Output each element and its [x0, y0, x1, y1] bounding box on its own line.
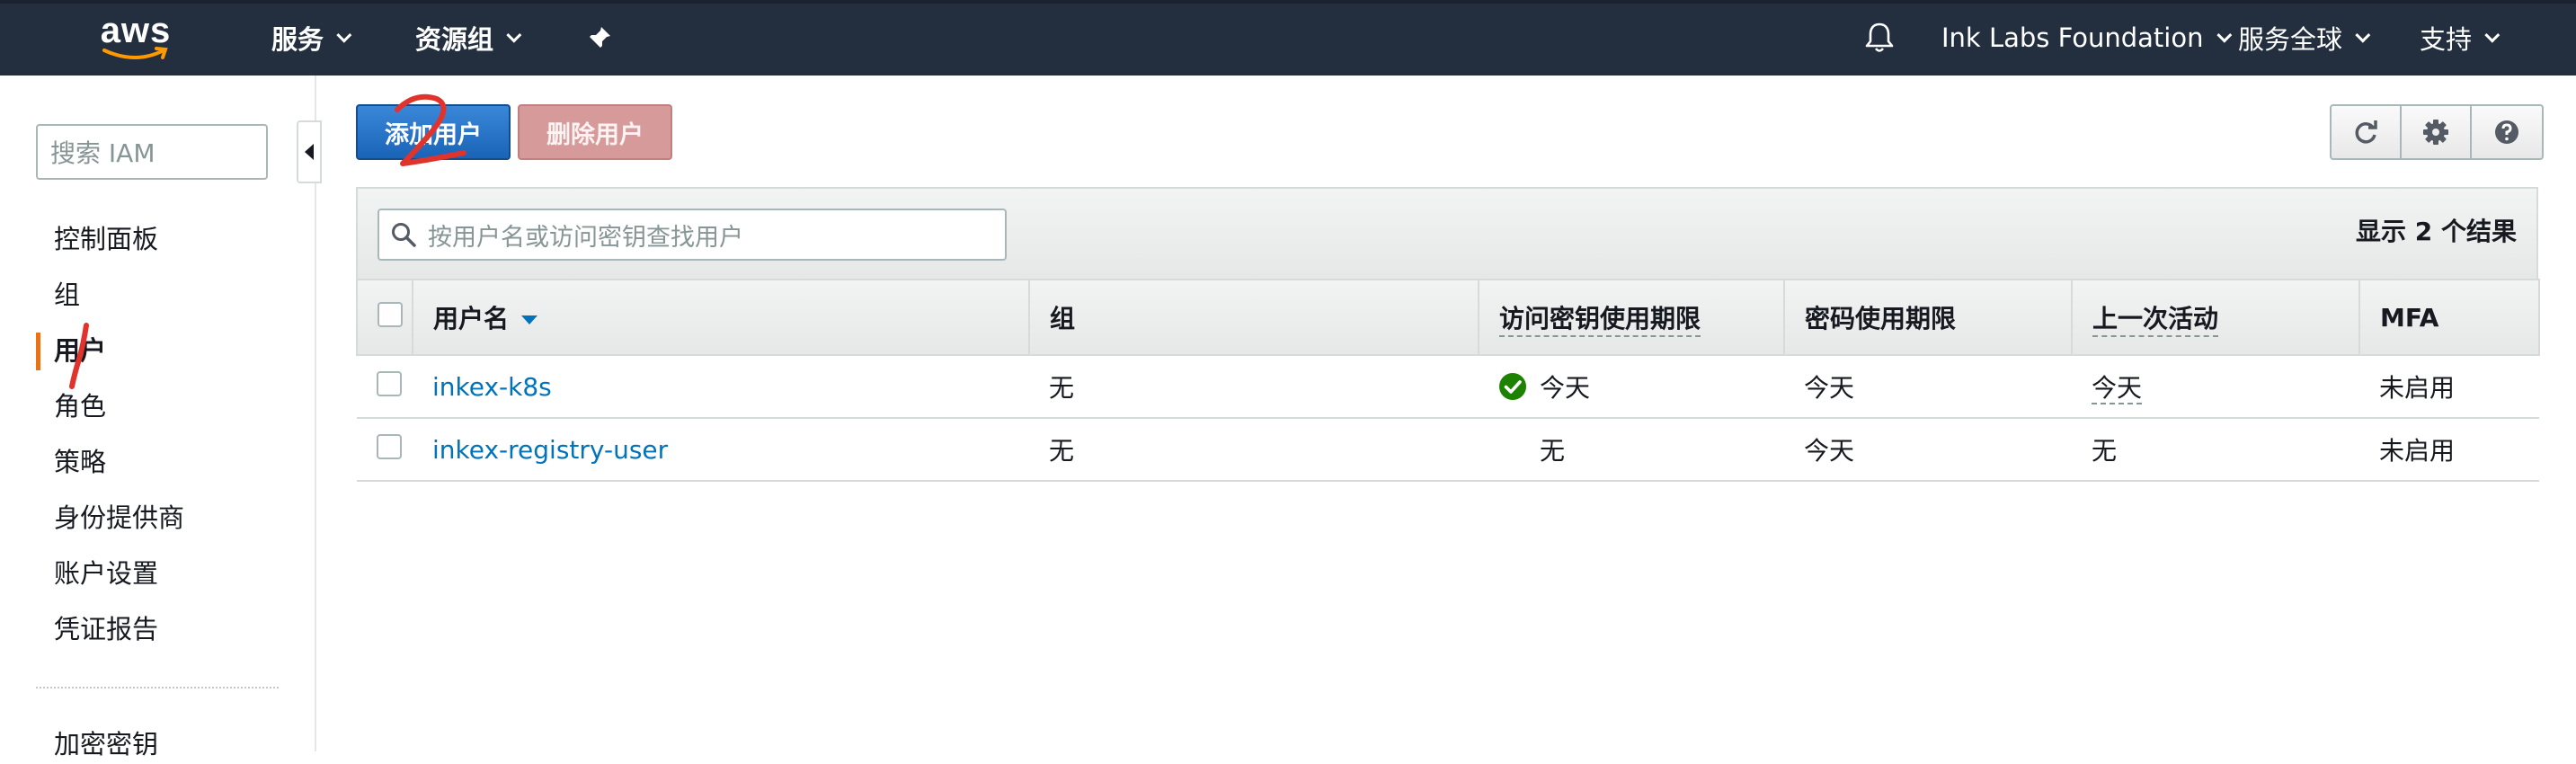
help-icon	[2495, 120, 2518, 144]
users-table: 用户名 组 访问密钥使用期限 密码使用期限 上一次活动 MFA inkex-k8…	[356, 279, 2540, 482]
users-table-panel: 按用户名或访问密钥查找用户 显示 2 个结果 用户名 组 访问密钥使用期限 密码…	[356, 187, 2540, 482]
collapse-left-icon	[305, 144, 314, 160]
sidebar-divider	[36, 687, 279, 688]
access-key-age-value: 今天	[1540, 373, 1591, 403]
user-filter-input[interactable]: 按用户名或访问密钥查找用户	[378, 209, 1007, 261]
sidebar-item-groups[interactable]: 组	[54, 275, 80, 315]
aws-logo[interactable]: aws	[97, 13, 174, 63]
sidebar-active-indicator	[36, 333, 40, 370]
username-link[interactable]: inkex-registry-user	[432, 435, 668, 465]
column-label-password-age: 密码使用期限	[1805, 304, 1957, 333]
last-activity-cell: 今天	[2072, 355, 2359, 419]
sidebar-item-credential-report[interactable]: 凭证报告	[54, 609, 158, 649]
bell-icon	[1865, 22, 1894, 52]
sort-desc-icon	[521, 315, 538, 324]
pin-icon	[590, 27, 610, 48]
last-activity-cell: 无	[2072, 418, 2359, 482]
filter-placeholder: 按用户名或访问密钥查找用户	[428, 223, 743, 252]
last-activity-value: 今天	[2092, 373, 2143, 404]
table-row[interactable]: inkex-k8s 无 今天 今天 今天 未启用	[357, 355, 2539, 419]
column-header-mfa[interactable]: MFA	[2359, 279, 2540, 356]
password-age-cell: 今天	[1784, 355, 2072, 419]
services-menu[interactable]: 服务	[271, 0, 352, 76]
column-label-username: 用户名	[433, 304, 510, 333]
row-checkbox[interactable]	[377, 433, 402, 459]
region-label: 服务全球	[2238, 24, 2343, 55]
refresh-icon	[2355, 120, 2377, 144]
column-header-last-activity[interactable]: 上一次活动	[2072, 279, 2360, 356]
chevron-down-icon	[2216, 27, 2232, 43]
groups-cell: 无	[1029, 355, 1479, 419]
column-label-groups: 组	[1050, 304, 1076, 333]
aws-logo-text: aws	[100, 11, 172, 50]
filter-bar: 按用户名或访问密钥查找用户 显示 2 个结果	[356, 187, 2538, 279]
chevron-down-icon	[2484, 27, 2500, 43]
sidebar-item-policies[interactable]: 策略	[54, 442, 106, 482]
account-label: Ink Labs Foundation	[1941, 22, 2204, 53]
sidebar-item-account-settings[interactable]: 账户设置	[54, 554, 158, 593]
column-header-username[interactable]: 用户名	[413, 279, 1030, 356]
mfa-cell: 未启用	[2359, 355, 2539, 419]
gear-icon	[2423, 120, 2448, 145]
resource-groups-menu[interactable]: 资源组	[415, 0, 522, 76]
column-label-mfa: MFA	[2380, 302, 2439, 333]
support-label: 支持	[2420, 24, 2473, 55]
region-menu[interactable]: 服务全球	[2238, 0, 2371, 76]
sidebar-search-placeholder: 搜索 IAM	[50, 138, 155, 168]
chevron-down-icon	[2355, 27, 2371, 43]
resource-groups-label: 资源组	[415, 24, 494, 55]
add-user-button[interactable]: 添加用户	[356, 104, 511, 160]
username-cell: inkex-registry-user	[413, 418, 1029, 482]
chevron-down-icon	[506, 27, 522, 43]
sidebar-item-encryption-keys[interactable]: 加密密钥	[54, 724, 158, 764]
select-all-cell	[356, 279, 413, 356]
sidebar-collapse-toggle[interactable]	[297, 120, 322, 183]
services-label: 服务	[271, 24, 324, 55]
support-menu[interactable]: 支持	[2420, 0, 2500, 76]
sidebar: 搜索 IAM 控制面板 组 用户 角色 策略 身份提供商 账户设置 凭证报告 加…	[0, 76, 322, 760]
column-header-groups[interactable]: 组	[1029, 279, 1479, 356]
row-checkbox[interactable]	[377, 370, 402, 396]
mfa-cell: 未启用	[2359, 418, 2539, 482]
sidebar-item-identity-providers[interactable]: 身份提供商	[54, 498, 184, 537]
top-navigation-bar: aws 服务 资源组 Ink Labs Foundation 服务全球 支持	[0, 0, 2576, 76]
select-all-checkbox[interactable]	[378, 301, 403, 327]
table-tools	[2330, 104, 2544, 160]
refresh-button[interactable]	[2332, 106, 2402, 158]
help-button[interactable]	[2472, 106, 2542, 158]
column-header-access-key-age[interactable]: 访问密钥使用期限	[1479, 279, 1785, 356]
sidebar-search-input[interactable]: 搜索 IAM	[36, 124, 268, 180]
sidebar-item-roles[interactable]: 角色	[54, 386, 106, 426]
delete-user-button[interactable]: 删除用户	[518, 104, 672, 160]
check-circle-icon	[1499, 373, 1526, 400]
table-header-row: 用户名 组 访问密钥使用期限 密码使用期限 上一次活动 MFA	[356, 279, 2540, 356]
table-row[interactable]: inkex-registry-user 无 无 今天 无 未启用	[357, 418, 2539, 482]
settings-button[interactable]	[2402, 106, 2472, 158]
column-label-last-activity: 上一次活动	[2092, 304, 2219, 337]
sidebar-item-users[interactable]: 用户	[54, 331, 106, 370]
username-cell: inkex-k8s	[413, 355, 1029, 419]
search-icon	[392, 223, 416, 247]
groups-cell: 无	[1029, 418, 1479, 482]
chevron-down-icon	[336, 27, 352, 43]
column-label-access-key-age: 访问密钥使用期限	[1499, 304, 1701, 337]
sidebar-item-dashboard[interactable]: 控制面板	[54, 219, 158, 259]
notifications-button[interactable]	[1864, 0, 1895, 76]
row-select-cell	[357, 355, 413, 419]
result-count: 显示 2 个结果	[2356, 217, 2517, 246]
username-link[interactable]: inkex-k8s	[432, 372, 552, 402]
row-select-cell	[357, 418, 413, 482]
pin-button[interactable]	[586, 0, 613, 76]
column-header-password-age[interactable]: 密码使用期限	[1784, 279, 2073, 356]
account-menu[interactable]: Ink Labs Foundation	[1941, 0, 2232, 76]
password-age-cell: 今天	[1784, 418, 2072, 482]
access-key-age-cell: 无	[1479, 418, 1784, 482]
aws-smile-icon	[102, 47, 168, 59]
access-key-age-cell: 今天	[1479, 355, 1784, 419]
